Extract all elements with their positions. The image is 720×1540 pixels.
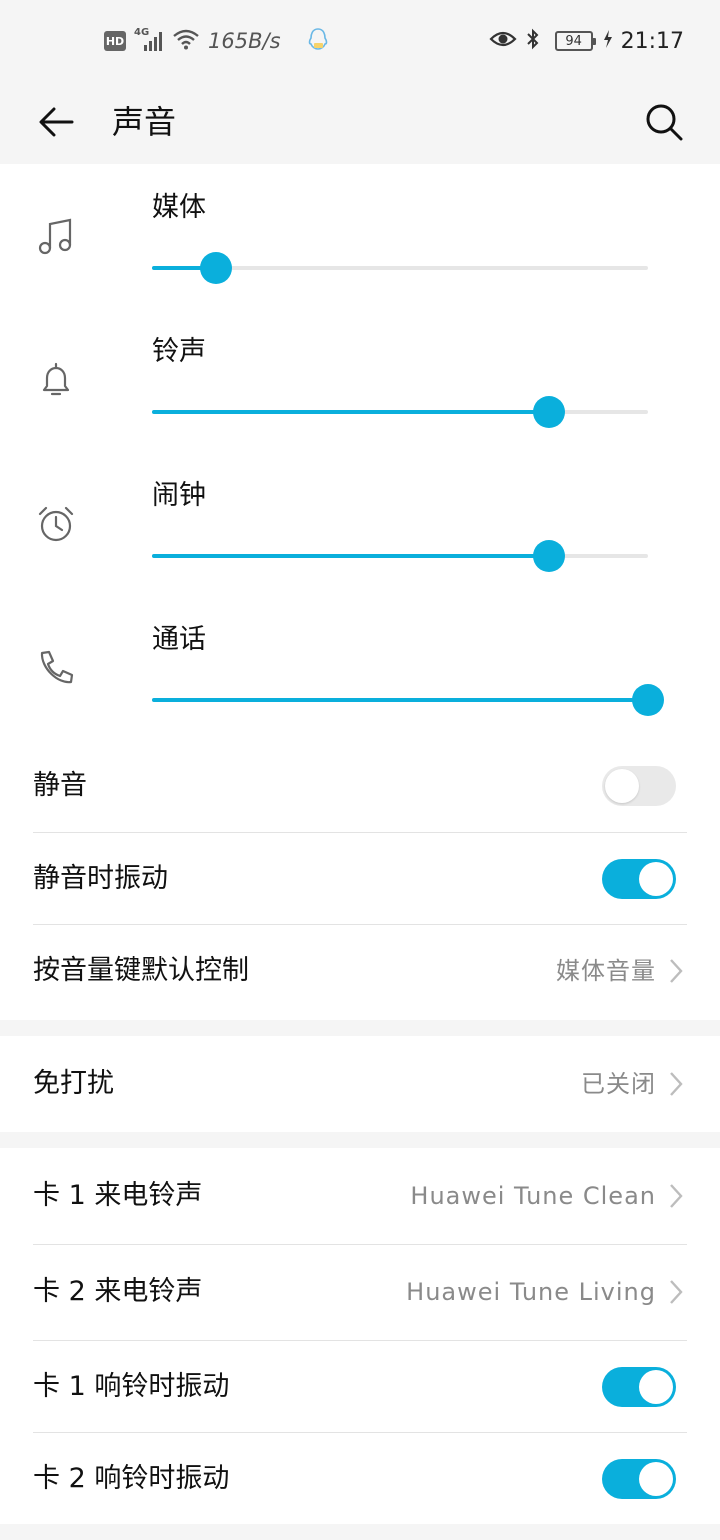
sim1-ringtone-label: 卡 1 来电铃声 — [33, 1180, 203, 1211]
sim2-vibrate-row[interactable]: 卡 2 响铃时振动 — [0, 1433, 720, 1525]
status-bar: HD 4G 165B/s 94 21:17 — [0, 0, 720, 82]
slider-thumb[interactable] — [200, 252, 233, 284]
alarm-clock-icon — [34, 502, 78, 546]
slider-fill — [152, 410, 549, 414]
app-bar: 声音 — [0, 82, 720, 164]
divider — [33, 1244, 687, 1245]
sim2-ringtone-row[interactable]: 卡 2 来电铃声 Huawei Tune Living — [0, 1246, 720, 1338]
dnd-label: 免打扰 — [33, 1068, 114, 1099]
sim2-ringtone-value: Huawei Tune Living — [406, 1278, 656, 1306]
wifi-icon — [172, 28, 200, 54]
battery-icon: 94 — [554, 31, 596, 51]
toggle-knob — [639, 1370, 673, 1404]
vibrate-silent-label: 静音时振动 — [33, 863, 168, 894]
toggle-knob — [639, 1462, 673, 1496]
slider-fill — [152, 698, 648, 702]
volume-key-value: 媒体音量 — [556, 957, 656, 985]
sim1-ringtone-value: Huawei Tune Clean — [410, 1182, 656, 1210]
chevron-right-icon — [670, 1184, 683, 1208]
volume-row-media: 媒体 — [0, 164, 720, 308]
chevron-right-icon — [670, 1280, 683, 1304]
vibrate-silent-toggle[interactable] — [602, 859, 676, 899]
status-left: HD 4G 165B/s — [104, 26, 329, 56]
volume-row-call: 通话 — [0, 596, 720, 740]
net-speed: 165B/s — [208, 29, 281, 53]
chevron-right-icon — [670, 959, 683, 983]
mute-label: 静音 — [33, 770, 87, 801]
back-arrow-icon — [39, 107, 74, 137]
toggle-knob — [639, 862, 673, 896]
page-title: 声音 — [112, 103, 177, 141]
dnd-value: 已关闭 — [581, 1070, 656, 1098]
media-volume-slider[interactable] — [152, 250, 648, 286]
toggle-knob — [605, 769, 639, 803]
slider-thumb[interactable] — [632, 684, 664, 716]
bell-icon — [34, 358, 78, 402]
dnd-card: 免打扰 已关闭 — [0, 1036, 720, 1132]
slider-thumb[interactable] — [532, 396, 565, 428]
network-type: 4G — [134, 27, 150, 38]
qq-icon — [307, 27, 329, 55]
search-button[interactable] — [636, 94, 692, 150]
charging-icon — [603, 29, 613, 53]
sim2-vibrate-toggle[interactable] — [602, 1459, 676, 1499]
sim2-ringtone-label: 卡 2 来电铃声 — [33, 1276, 203, 1307]
ringtone-volume-slider[interactable] — [152, 394, 648, 430]
status-right: 94 21:17 — [489, 26, 684, 56]
chevron-right-icon — [670, 1072, 683, 1096]
mute-row[interactable]: 静音 — [0, 740, 720, 832]
eye-icon — [489, 29, 517, 53]
volume-label: 铃声 — [152, 336, 206, 367]
volume-row-alarm: 闹钟 — [0, 452, 720, 596]
sim1-vibrate-toggle[interactable] — [602, 1367, 676, 1407]
search-icon — [646, 104, 683, 141]
slider-thumb[interactable] — [532, 540, 565, 572]
back-button[interactable] — [28, 94, 84, 150]
alarm-volume-slider[interactable] — [152, 538, 648, 574]
vibrate-silent-row[interactable]: 静音时振动 — [0, 833, 720, 925]
sim-card-settings: 卡 1 来电铃声 Huawei Tune Clean 卡 2 来电铃声 Huaw… — [0, 1148, 720, 1524]
dnd-row[interactable]: 免打扰 已关闭 — [0, 1038, 720, 1130]
clock: 21:17 — [620, 28, 684, 54]
phone-icon — [34, 646, 78, 690]
sim1-ringtone-row[interactable]: 卡 1 来电铃声 Huawei Tune Clean — [0, 1150, 720, 1242]
hd-icon: HD — [104, 31, 126, 51]
mute-toggle[interactable] — [602, 766, 676, 806]
slider-fill — [152, 554, 549, 558]
sim1-vibrate-row[interactable]: 卡 1 响铃时振动 — [0, 1341, 720, 1433]
sim1-vibrate-label: 卡 1 响铃时振动 — [33, 1371, 230, 1402]
sim2-vibrate-label: 卡 2 响铃时振动 — [33, 1463, 230, 1494]
volume-label: 通话 — [152, 624, 206, 655]
bluetooth-icon — [525, 27, 541, 55]
volume-label: 闹钟 — [152, 480, 206, 511]
volume-card: 媒体 铃声 闹钟 通话 静音 静音时振动 按音量键默认控制 媒体音量 — [0, 164, 720, 1020]
signal-icon: 4G — [134, 27, 164, 52]
music-note-icon — [34, 214, 78, 258]
volume-label: 媒体 — [152, 192, 206, 223]
volume-key-label: 按音量键默认控制 — [33, 955, 249, 986]
call-volume-slider[interactable] — [152, 682, 664, 718]
volume-row-ringtone: 铃声 — [0, 308, 720, 452]
volume-key-row[interactable]: 按音量键默认控制 媒体音量 — [0, 925, 720, 1017]
